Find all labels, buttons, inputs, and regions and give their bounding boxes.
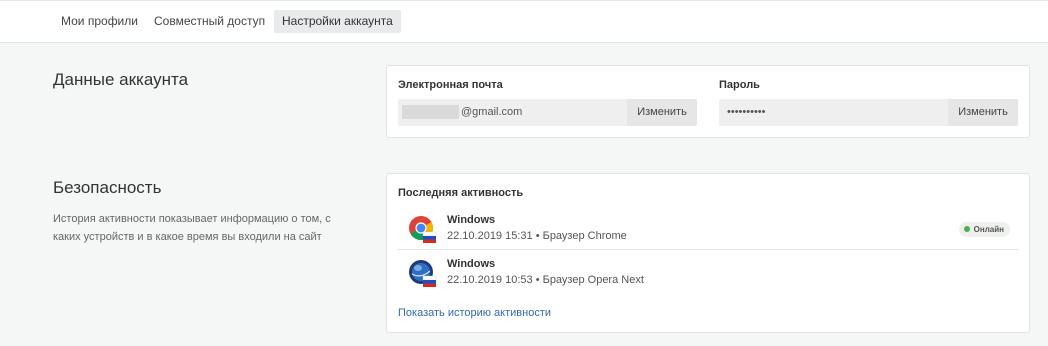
security-description: История активности показывает информацию… — [53, 213, 331, 243]
email-field: @gmail.com Изменить — [398, 99, 697, 126]
activity-row: Windows 22.10.2019 10:53 • Браузер Opera… — [398, 252, 1018, 294]
activity-row: Windows 22.10.2019 15:31 • Браузер Chrom… — [398, 208, 1018, 250]
account-data-card: Электронная почта @gmail.com Изменить Па… — [386, 65, 1030, 138]
show-activity-history-link[interactable]: Показать историю активности — [398, 307, 551, 319]
session-os: Windows — [447, 258, 496, 270]
tab-my-profiles[interactable]: Мои профили — [53, 10, 146, 33]
security-section-title: Безопасность — [53, 178, 162, 197]
change-email-button[interactable]: Изменить — [627, 99, 697, 126]
security-card: Последняя активность Windows 22.10.2019 … — [386, 173, 1030, 333]
account-section-title: Данные аккаунта — [53, 70, 189, 89]
top-divider — [0, 0, 1048, 1]
change-password-button[interactable]: Изменить — [948, 99, 1018, 126]
opera-next-icon — [409, 260, 437, 287]
session-meta: 22.10.2019 15:31 • Браузер Chrome — [447, 230, 627, 242]
masked-email-block — [402, 105, 459, 120]
online-status-badge: Онлайн — [958, 222, 1010, 237]
password-field: •••••••••• Изменить — [719, 99, 1018, 126]
session-meta: 22.10.2019 10:53 • Браузер Opera Next — [447, 274, 644, 286]
online-dot-icon — [963, 226, 970, 232]
password-label: Пароль — [719, 79, 760, 91]
password-value: •••••••••• — [727, 106, 766, 118]
tab-shared-access[interactable]: Совместный доступ — [146, 10, 273, 33]
recent-activity-title: Последняя активность — [398, 187, 524, 199]
top-navigation: Мои профили Совместный доступ Настройки … — [0, 0, 1048, 43]
tab-account-settings[interactable]: Настройки аккаунта — [274, 10, 401, 33]
email-value: @gmail.com — [398, 99, 522, 126]
email-label: Электронная почта — [398, 79, 503, 91]
chrome-icon — [409, 216, 437, 243]
session-os: Windows — [447, 214, 496, 226]
